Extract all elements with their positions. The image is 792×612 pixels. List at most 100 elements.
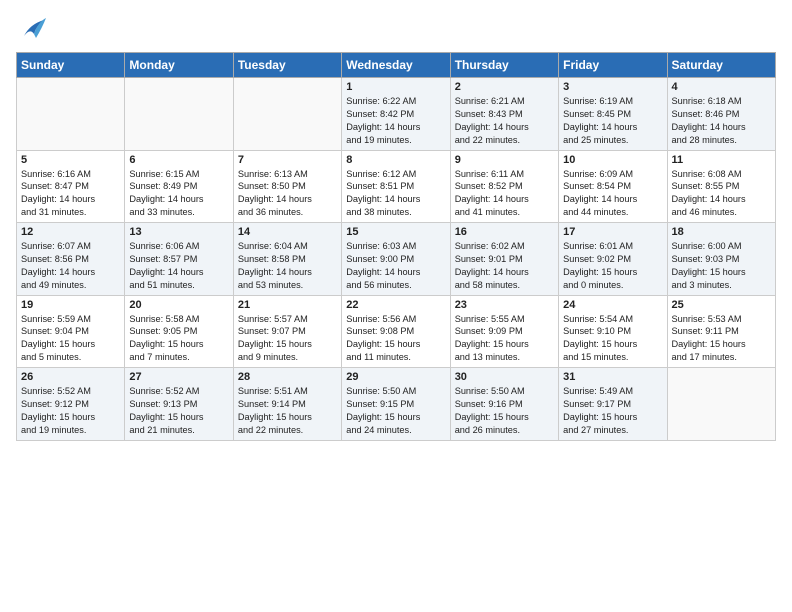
day-number: 3 [563, 81, 662, 93]
weekday-header-wednesday: Wednesday [342, 53, 450, 78]
day-number: 21 [238, 299, 337, 311]
day-number: 12 [21, 226, 120, 238]
day-number: 10 [563, 154, 662, 166]
day-number: 5 [21, 154, 120, 166]
calendar-cell: 11 Sunrise: 6:08 AMSunset: 8:55 PMDayligh… [667, 150, 775, 223]
day-number: 31 [563, 371, 662, 383]
day-info: Sunrise: 5:49 AMSunset: 9:17 PMDaylight:… [563, 385, 662, 437]
calendar-cell: 20Sunrise: 5:58 AMSunset: 9:05 PMDayligh… [125, 295, 233, 368]
day-info: Sunrise: 5:54 AMSunset: 9:10 PMDaylight:… [563, 313, 662, 365]
day-info: Sunrise: 5:51 AMSunset: 9:14 PMDaylight:… [238, 385, 337, 437]
calendar-cell: 17 Sunrise: 6:01 AMSunset: 9:02 PMDayligh… [559, 223, 667, 296]
calendar-cell: 6 Sunrise: 6:15 AMSunset: 8:49 PMDaylight… [125, 150, 233, 223]
day-info: Sunrise: 5:50 AMSunset: 9:15 PMDaylight:… [346, 385, 445, 437]
day-number: 27 [129, 371, 228, 383]
day-info: Sunrise: 5:52 AMSunset: 9:12 PMDaylight:… [21, 385, 120, 437]
page-header [16, 16, 776, 44]
day-number: 22 [346, 299, 445, 311]
day-info: Sunrise: 5:55 AMSunset: 9:09 PMDaylight:… [455, 313, 554, 365]
day-number: 26 [21, 371, 120, 383]
calendar-cell: 12Sunrise: 6:07 AMSunset: 8:56 PMDayligh… [17, 223, 125, 296]
day-number: 4 [672, 81, 771, 93]
day-info: Sunrise: 6:21 AMSunset: 8:43 PMDaylight:… [455, 95, 554, 147]
calendar-cell: 2 Sunrise: 6:21 AMSunset: 8:43 PMDaylight… [450, 78, 558, 151]
day-number: 9 [455, 154, 554, 166]
calendar-week-row: 12Sunrise: 6:07 AMSunset: 8:56 PMDayligh… [17, 223, 776, 296]
calendar-cell: 4 Sunrise: 6:18 AMSunset: 8:46 PMDaylight… [667, 78, 775, 151]
calendar-cell: 29 Sunrise: 5:50 AMSunset: 9:15 PMDayligh… [342, 368, 450, 441]
calendar-cell: 24 Sunrise: 5:54 AMSunset: 9:10 PMDayligh… [559, 295, 667, 368]
day-info: Sunrise: 5:56 AMSunset: 9:08 PMDaylight:… [346, 313, 445, 365]
calendar-cell: 19Sunrise: 5:59 AMSunset: 9:04 PMDayligh… [17, 295, 125, 368]
calendar-cell: 3 Sunrise: 6:19 AMSunset: 8:45 PMDaylight… [559, 78, 667, 151]
day-info: Sunrise: 6:11 AMSunset: 8:52 PMDaylight:… [455, 168, 554, 220]
day-info: Sunrise: 5:52 AMSunset: 9:13 PMDaylight:… [129, 385, 228, 437]
day-info: Sunrise: 6:19 AMSunset: 8:45 PMDaylight:… [563, 95, 662, 147]
day-info: Sunrise: 6:22 AMSunset: 8:42 PMDaylight:… [346, 95, 445, 147]
day-number: 11 [672, 154, 771, 166]
calendar-cell: 21 Sunrise: 5:57 AMSunset: 9:07 PMDayligh… [233, 295, 341, 368]
calendar-cell: 18Sunrise: 6:00 AMSunset: 9:03 PMDayligh… [667, 223, 775, 296]
calendar-cell: 30 Sunrise: 5:50 AMSunset: 9:16 PMDayligh… [450, 368, 558, 441]
calendar-cell: 25Sunrise: 5:53 AMSunset: 9:11 PMDayligh… [667, 295, 775, 368]
calendar-week-row: 26 Sunrise: 5:52 AMSunset: 9:12 PMDayligh… [17, 368, 776, 441]
day-number: 14 [238, 226, 337, 238]
day-number: 15 [346, 226, 445, 238]
calendar-cell: 13 Sunrise: 6:06 AMSunset: 8:57 PMDayligh… [125, 223, 233, 296]
day-info: Sunrise: 6:13 AMSunset: 8:50 PMDaylight:… [238, 168, 337, 220]
day-info: Sunrise: 6:06 AMSunset: 8:57 PMDaylight:… [129, 240, 228, 292]
day-number: 1 [346, 81, 445, 93]
calendar-cell: 26 Sunrise: 5:52 AMSunset: 9:12 PMDayligh… [17, 368, 125, 441]
logo [16, 16, 50, 44]
calendar-week-row: 19Sunrise: 5:59 AMSunset: 9:04 PMDayligh… [17, 295, 776, 368]
day-info: Sunrise: 6:18 AMSunset: 8:46 PMDaylight:… [672, 95, 771, 147]
calendar-week-row: 1 Sunrise: 6:22 AMSunset: 8:42 PMDaylight… [17, 78, 776, 151]
calendar-cell: 22 Sunrise: 5:56 AMSunset: 9:08 PMDayligh… [342, 295, 450, 368]
day-info: Sunrise: 5:50 AMSunset: 9:16 PMDaylight:… [455, 385, 554, 437]
day-number: 7 [238, 154, 337, 166]
day-info: Sunrise: 6:08 AMSunset: 8:55 PMDaylight:… [672, 168, 771, 220]
weekday-header-tuesday: Tuesday [233, 53, 341, 78]
day-number: 17 [563, 226, 662, 238]
calendar-cell: 7 Sunrise: 6:13 AMSunset: 8:50 PMDaylight… [233, 150, 341, 223]
day-number: 2 [455, 81, 554, 93]
day-number: 28 [238, 371, 337, 383]
weekday-header-sunday: Sunday [17, 53, 125, 78]
day-number: 29 [346, 371, 445, 383]
day-number: 13 [129, 226, 228, 238]
weekday-header-saturday: Saturday [667, 53, 775, 78]
day-info: Sunrise: 6:00 AMSunset: 9:03 PMDaylight:… [672, 240, 771, 292]
day-info: Sunrise: 6:04 AMSunset: 8:58 PMDaylight:… [238, 240, 337, 292]
calendar-cell [667, 368, 775, 441]
day-info: Sunrise: 6:12 AMSunset: 8:51 PMDaylight:… [346, 168, 445, 220]
calendar-cell: 31 Sunrise: 5:49 AMSunset: 9:17 PMDayligh… [559, 368, 667, 441]
calendar-cell: 28 Sunrise: 5:51 AMSunset: 9:14 PMDayligh… [233, 368, 341, 441]
calendar-table: SundayMondayTuesdayWednesdayThursdayFrid… [16, 52, 776, 441]
weekday-header-friday: Friday [559, 53, 667, 78]
day-info: Sunrise: 5:59 AMSunset: 9:04 PMDaylight:… [21, 313, 120, 365]
day-info: Sunrise: 5:53 AMSunset: 9:11 PMDaylight:… [672, 313, 771, 365]
day-info: Sunrise: 6:03 AMSunset: 9:00 PMDaylight:… [346, 240, 445, 292]
day-number: 24 [563, 299, 662, 311]
day-number: 16 [455, 226, 554, 238]
weekday-header-thursday: Thursday [450, 53, 558, 78]
day-info: Sunrise: 6:09 AMSunset: 8:54 PMDaylight:… [563, 168, 662, 220]
day-info: Sunrise: 5:58 AMSunset: 9:05 PMDaylight:… [129, 313, 228, 365]
day-info: Sunrise: 6:15 AMSunset: 8:49 PMDaylight:… [129, 168, 228, 220]
calendar-cell: 16Sunrise: 6:02 AMSunset: 9:01 PMDayligh… [450, 223, 558, 296]
day-info: Sunrise: 5:57 AMSunset: 9:07 PMDaylight:… [238, 313, 337, 365]
calendar-cell: 10 Sunrise: 6:09 AMSunset: 8:54 PMDayligh… [559, 150, 667, 223]
day-number: 30 [455, 371, 554, 383]
logo-bird-icon [16, 16, 46, 44]
calendar-cell: 27 Sunrise: 5:52 AMSunset: 9:13 PMDayligh… [125, 368, 233, 441]
weekday-header-row: SundayMondayTuesdayWednesdayThursdayFrid… [17, 53, 776, 78]
day-number: 23 [455, 299, 554, 311]
calendar-week-row: 5 Sunrise: 6:16 AMSunset: 8:47 PMDaylight… [17, 150, 776, 223]
calendar-cell: 1 Sunrise: 6:22 AMSunset: 8:42 PMDaylight… [342, 78, 450, 151]
day-info: Sunrise: 6:01 AMSunset: 9:02 PMDaylight:… [563, 240, 662, 292]
day-info: Sunrise: 6:16 AMSunset: 8:47 PMDaylight:… [21, 168, 120, 220]
calendar-cell: 5 Sunrise: 6:16 AMSunset: 8:47 PMDaylight… [17, 150, 125, 223]
day-number: 6 [129, 154, 228, 166]
calendar-cell: 14 Sunrise: 6:04 AMSunset: 8:58 PMDayligh… [233, 223, 341, 296]
calendar-cell [125, 78, 233, 151]
